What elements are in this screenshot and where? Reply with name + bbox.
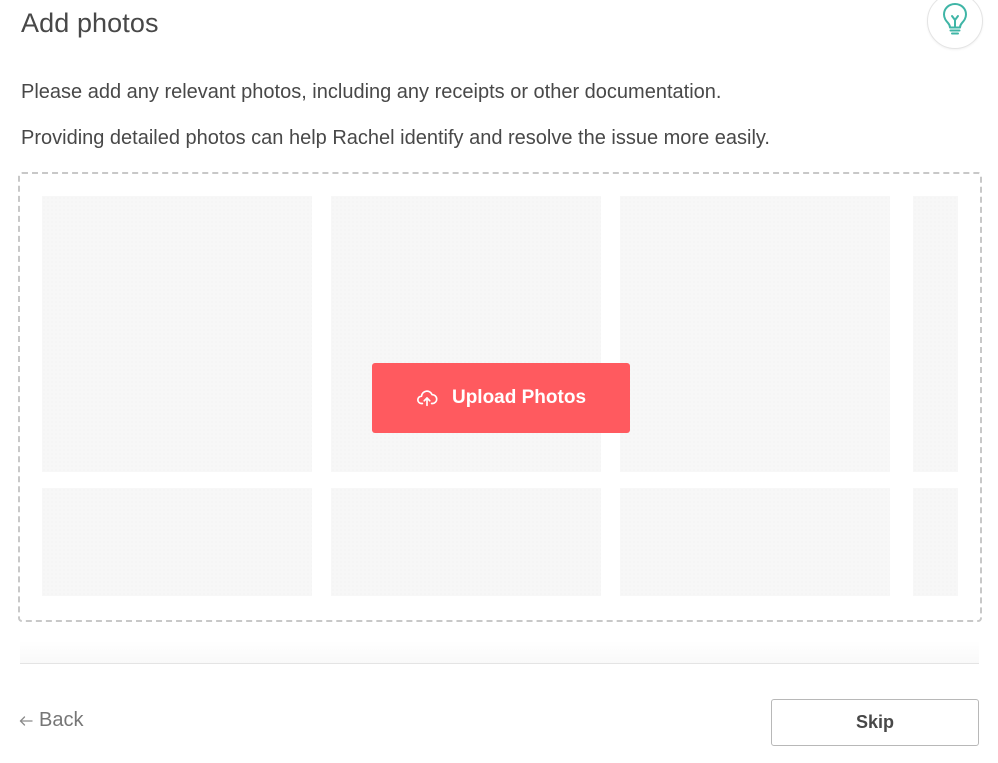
photo-placeholder — [331, 488, 601, 596]
photo-placeholder — [42, 196, 312, 472]
back-link[interactable]: Back — [19, 709, 83, 732]
cloud-upload-icon — [416, 387, 438, 409]
photo-dropzone[interactable]: Upload Photos — [18, 172, 982, 622]
back-label: Back — [39, 709, 84, 731]
page-title: Add photos — [21, 8, 159, 38]
photo-placeholder — [913, 196, 958, 472]
upload-photos-label: Upload Photos — [451, 387, 587, 408]
photo-placeholder — [620, 488, 890, 596]
photo-placeholder — [42, 488, 312, 596]
footer-divider — [20, 663, 979, 664]
instruction-text-receipts: Please add any relevant photos, includin… — [21, 81, 722, 103]
lightbulb-icon — [942, 2, 968, 41]
instruction-text-detail: Providing detailed photos can help Rache… — [21, 127, 770, 149]
add-photos-page: Add photos Please add any relevant photo… — [0, 0, 998, 763]
upload-photos-button[interactable]: Upload Photos — [372, 363, 630, 433]
photo-placeholder — [913, 488, 958, 596]
photo-placeholder — [620, 196, 890, 472]
skip-button[interactable]: Skip — [771, 699, 979, 746]
tip-button[interactable] — [927, 0, 983, 49]
arrow-left-icon — [19, 715, 33, 727]
footer-shadow — [20, 640, 979, 663]
